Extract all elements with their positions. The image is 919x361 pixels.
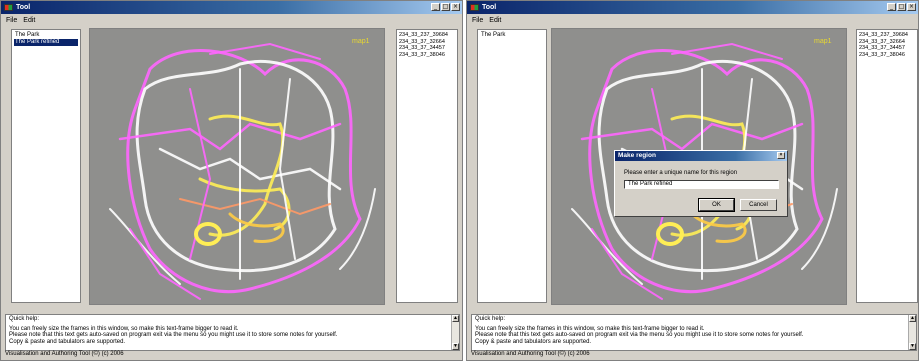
help-line: Please note that this text gets auto-sav… — [9, 332, 338, 339]
menu-bar: File Edit — [467, 15, 918, 26]
app-icon — [4, 4, 13, 11]
help-line: Please note that this text gets auto-sav… — [475, 332, 804, 339]
menu-file[interactable]: File — [472, 17, 483, 24]
file-item[interactable]: 234_33_37_38046 — [859, 52, 915, 59]
menu-bar: File Edit — [1, 15, 462, 26]
scroll-down-icon[interactable]: ▼ — [452, 343, 459, 350]
status-bar: Visualisation and Authoring Tool (©) (c)… — [5, 351, 124, 357]
file-item[interactable]: 234_33_37_38046 — [399, 52, 455, 59]
region-list[interactable]: The Park The Park refined — [11, 29, 81, 303]
map-background — [90, 29, 384, 304]
dialog-title-bar[interactable]: Make region × — [615, 151, 787, 161]
status-bar: Visualisation and Authoring Tool (©) (c)… — [471, 351, 590, 357]
dialog-close-button[interactable]: × — [777, 152, 785, 159]
map-label: map1 — [352, 38, 370, 45]
menu-edit[interactable]: Edit — [23, 17, 35, 24]
app-icon — [470, 4, 479, 11]
scroll-up-icon[interactable]: ▲ — [452, 315, 459, 322]
quick-help-textarea[interactable]: Quick help: You can freely size the fram… — [471, 314, 917, 351]
file-list[interactable]: 234_33_237_39684 234_33_37_32664 234_33_… — [396, 29, 458, 303]
help-scrollbar[interactable]: ▲ ▼ — [451, 315, 459, 350]
help-line: Copy & paste and tabulators are supporte… — [475, 338, 592, 345]
help-line: You can freely size the frames in this w… — [475, 325, 705, 332]
region-item[interactable]: The Park — [14, 32, 78, 39]
help-title: Quick help: — [475, 316, 506, 322]
quick-help-textarea[interactable]: Quick help: You can freely size the fram… — [5, 314, 460, 351]
scroll-up-icon[interactable]: ▲ — [909, 315, 916, 322]
close-button[interactable]: × — [907, 3, 916, 11]
scroll-down-icon[interactable]: ▼ — [909, 343, 916, 350]
region-item[interactable]: The Park — [480, 32, 544, 39]
window-title: Tool — [482, 4, 497, 11]
region-list[interactable]: The Park — [477, 29, 547, 303]
cancel-button[interactable]: Cancel — [740, 199, 777, 211]
file-item[interactable]: 234_33_237_39684 — [399, 32, 455, 39]
help-line: You can freely size the frames in this w… — [9, 325, 239, 332]
help-scrollbar[interactable]: ▲ ▼ — [908, 315, 916, 350]
maximize-button[interactable]: □ — [897, 3, 906, 11]
maximize-button[interactable]: □ — [441, 3, 450, 11]
make-region-dialog: Make region × Please enter a unique name… — [614, 150, 788, 217]
menu-file[interactable]: File — [6, 17, 17, 24]
file-list[interactable]: 234_33_237_39684 234_33_37_32664 234_33_… — [856, 29, 918, 303]
region-name-input[interactable]: The Park refined — [624, 180, 779, 189]
map-canvas[interactable]: map1 — [90, 29, 385, 305]
map-label: map1 — [814, 38, 832, 45]
dialog-title: Make region — [618, 152, 656, 159]
region-item-selected[interactable]: The Park refined — [14, 39, 78, 46]
file-item[interactable]: 234_33_237_39684 — [859, 32, 915, 39]
dialog-prompt: Please enter a unique name for this regi… — [624, 170, 738, 176]
app-window-left: Tool _ □ × File Edit The Park The Park r… — [0, 0, 463, 361]
title-bar[interactable]: Tool _ □ × — [1, 1, 462, 14]
title-bar[interactable]: Tool _ □ × — [467, 1, 918, 14]
app-window-right: Tool _ □ × File Edit The Park map1 234_3… — [466, 0, 919, 361]
menu-edit[interactable]: Edit — [489, 17, 501, 24]
minimize-button[interactable]: _ — [431, 3, 440, 11]
ok-button[interactable]: OK — [698, 198, 735, 212]
minimize-button[interactable]: _ — [887, 3, 896, 11]
window-title: Tool — [16, 4, 31, 11]
help-line: Copy & paste and tabulators are supporte… — [9, 338, 126, 345]
close-button[interactable]: × — [451, 3, 460, 11]
map-view[interactable]: map1 — [89, 28, 385, 305]
help-title: Quick help: — [9, 316, 40, 322]
